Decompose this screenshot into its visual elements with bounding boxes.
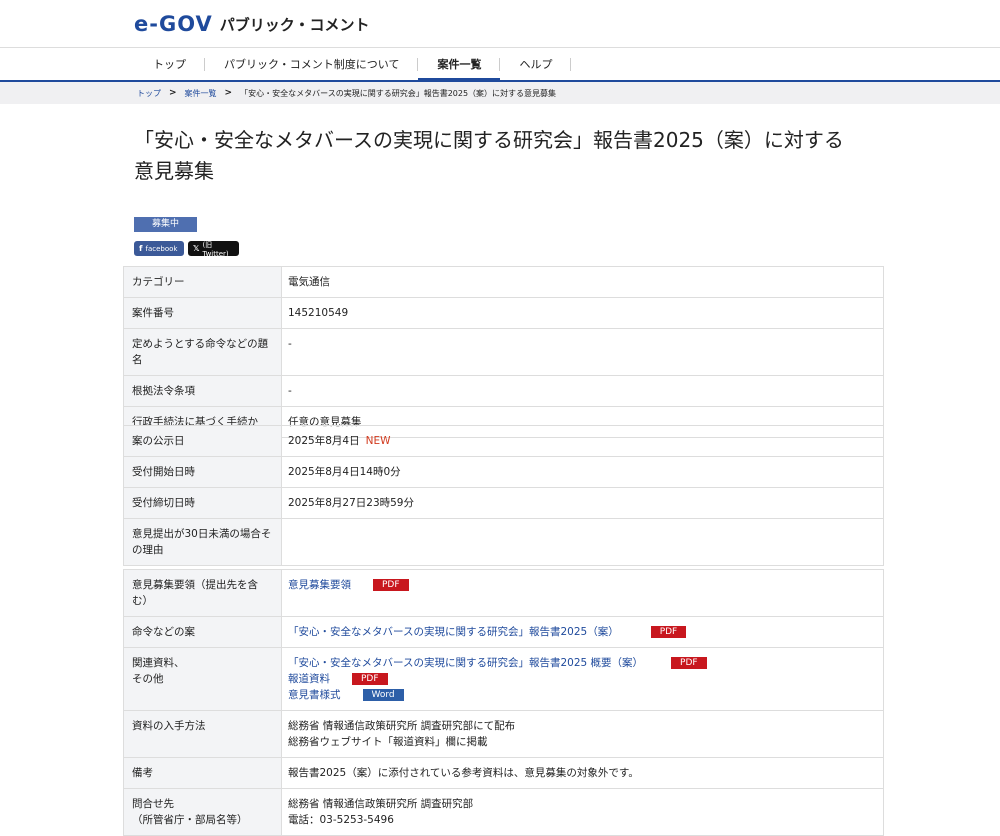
row-value: 「安心・安全なメタバースの実現に関する研究会」報告書2025（案） PDF bbox=[281, 616, 884, 648]
table-row: 定めようとする命令などの題名 - bbox=[123, 328, 884, 376]
row-value: 総務省 情報通信政策研究所 調査研究部 電話：03-5253-5496 bbox=[281, 788, 884, 836]
table-row: 意見募集要領（提出先を含む） 意見募集要領 PDF bbox=[123, 569, 884, 617]
row-label: カテゴリー bbox=[123, 266, 282, 298]
row-label-line: その他 bbox=[132, 673, 164, 685]
table-row: 根拠法令条項 - bbox=[123, 375, 884, 407]
guideline-link[interactable]: 意見募集要領 bbox=[288, 579, 351, 591]
row-value: 「安心・安全なメタバースの実現に関する研究会」報告書2025 概要（案） PDF … bbox=[281, 647, 884, 711]
row-value bbox=[281, 518, 884, 566]
page-title: 「安心・安全なメタバースの実現に関する研究会」報告書2025（案）に対する 意見… bbox=[134, 125, 874, 187]
schedule-table: 案の公示日 2025年8月4日 NEW 受付開始日時 2025年8月4日14時0分… bbox=[123, 425, 884, 566]
x-icon: 𝕏 bbox=[193, 244, 200, 253]
breadcrumb-current: 「安心・安全なメタバースの実現に関する研究会」報告書2025（案）に対する意見募… bbox=[240, 88, 557, 98]
page-title-line-1: 「安心・安全なメタバースの実現に関する研究会」報告書2025（案）に対する bbox=[134, 128, 844, 152]
site-name: パブリック・コメント bbox=[219, 16, 370, 34]
row-value: 2025年8月4日14時0分 bbox=[281, 456, 884, 488]
row-value: - bbox=[281, 328, 884, 376]
table-row: 命令などの案 「安心・安全なメタバースの実現に関する研究会」報告書2025（案）… bbox=[123, 616, 884, 648]
site-logo[interactable]: e-GOV パブリック・コメント bbox=[134, 14, 369, 35]
row-value: 2025年8月27日23時59分 bbox=[281, 487, 884, 519]
row-value: 145210549 bbox=[281, 297, 884, 329]
row-label: 意見募集要領（提出先を含む） bbox=[123, 569, 282, 617]
row-value: 電気通信 bbox=[281, 266, 884, 298]
pdf-badge: PDF bbox=[650, 626, 687, 638]
case-info-table: カテゴリー 電気通信 案件番号 145210549 定めようとする命令などの題名… bbox=[123, 266, 884, 438]
row-label-line: （所管省庁・部局名等） bbox=[132, 814, 248, 826]
x-share-label: (旧Twitter) bbox=[202, 240, 229, 258]
row-label: 受付開始日時 bbox=[123, 456, 282, 488]
documents-table: 意見募集要領（提出先を含む） 意見募集要領 PDF 命令などの案 「安心・安全なメ… bbox=[123, 569, 884, 836]
related-doc-item: 「安心・安全なメタバースの実現に関する研究会」報告書2025 概要（案） PDF bbox=[288, 655, 877, 671]
row-label: 資料の入手方法 bbox=[123, 710, 282, 758]
table-row: 意見提出が30日未満の場合その理由 bbox=[123, 518, 884, 566]
row-label: 命令などの案 bbox=[123, 616, 282, 648]
table-row: 資料の入手方法 総務省 情報通信政策研究所 調査研究部にて配布 総務省ウェブサイ… bbox=[123, 710, 884, 758]
table-row: 受付開始日時 2025年8月4日14時0分 bbox=[123, 456, 884, 488]
row-label: 案件番号 bbox=[123, 297, 282, 329]
row-label: 意見提出が30日未満の場合その理由 bbox=[123, 518, 282, 566]
egov-logo-mark: e-GOV bbox=[134, 12, 213, 36]
pdf-badge: PDF bbox=[671, 657, 707, 669]
word-badge: Word bbox=[362, 689, 404, 701]
breadcrumb-case-list[interactable]: 案件一覧 bbox=[185, 88, 217, 99]
row-label-line: 問合せ先 bbox=[132, 798, 174, 810]
table-row: 受付締切日時 2025年8月27日23時59分 bbox=[123, 487, 884, 519]
breadcrumb-separator-icon: > bbox=[224, 88, 233, 98]
facebook-share-label: facebook bbox=[145, 244, 178, 253]
value-line: 電話：03-5253-5496 bbox=[288, 814, 394, 826]
breadcrumb-top[interactable]: トップ bbox=[137, 88, 161, 99]
table-row: 案の公示日 2025年8月4日 NEW bbox=[123, 425, 884, 457]
pdf-badge: PDF bbox=[373, 579, 409, 591]
site-header: e-GOV パブリック・コメント bbox=[0, 0, 1000, 48]
new-badge: NEW bbox=[365, 435, 391, 447]
nav-item-top[interactable]: トップ bbox=[134, 48, 205, 80]
opinion-form-link[interactable]: 意見書様式 bbox=[288, 689, 341, 701]
value-line: 総務省 情報通信政策研究所 調査研究部 bbox=[288, 798, 474, 810]
press-release-link[interactable]: 報道資料 bbox=[288, 673, 330, 685]
nav-item-case-list[interactable]: 案件一覧 bbox=[418, 48, 501, 82]
value-line: 総務省ウェブサイト「報道資料」欄に掲載 bbox=[288, 736, 488, 748]
row-value: 意見募集要領 PDF bbox=[281, 569, 884, 617]
row-label: 関連資料、 その他 bbox=[123, 647, 282, 711]
global-nav: トップ パブリック・コメント制度について 案件一覧 ヘルプ bbox=[0, 48, 1000, 82]
share-buttons: f facebook 𝕏 (旧Twitter) bbox=[134, 240, 239, 258]
nav-item-about[interactable]: パブリック・コメント制度について bbox=[205, 48, 419, 80]
summary-link[interactable]: 「安心・安全なメタバースの実現に関する研究会」報告書2025 概要（案） bbox=[288, 657, 643, 669]
row-value: 報告書2025（案）に添付されている参考資料は、意見募集の対象外です。 bbox=[281, 757, 884, 789]
table-row: 問合せ先 （所管省庁・部局名等） 総務省 情報通信政策研究所 調査研究部 電話：… bbox=[123, 788, 884, 836]
facebook-share-button[interactable]: f facebook bbox=[134, 241, 184, 256]
related-doc-item: 意見書様式 Word bbox=[288, 687, 877, 703]
nav-item-help[interactable]: ヘルプ bbox=[500, 48, 572, 80]
row-label: 問合せ先 （所管省庁・部局名等） bbox=[123, 788, 282, 836]
status-badge: 募集中 bbox=[134, 217, 197, 232]
row-label: 案の公示日 bbox=[123, 425, 282, 457]
row-label: 根拠法令条項 bbox=[123, 375, 282, 407]
table-row: 備考 報告書2025（案）に添付されている参考資料は、意見募集の対象外です。 bbox=[123, 757, 884, 789]
related-doc-item: 報道資料 PDF bbox=[288, 671, 877, 687]
row-value: - bbox=[281, 375, 884, 407]
x-share-button[interactable]: 𝕏 (旧Twitter) bbox=[188, 240, 239, 258]
row-label-line: 関連資料、 bbox=[132, 657, 185, 669]
draft-report-link[interactable]: 「安心・安全なメタバースの実現に関する研究会」報告書2025（案） bbox=[288, 626, 619, 638]
row-label: 備考 bbox=[123, 757, 282, 789]
breadcrumb-separator-icon: > bbox=[169, 88, 177, 98]
table-row: カテゴリー 電気通信 bbox=[123, 266, 884, 298]
pdf-badge: PDF bbox=[352, 673, 388, 685]
publication-date: 2025年8月4日 bbox=[288, 435, 360, 447]
page-title-line-2: 意見募集 bbox=[134, 159, 214, 183]
breadcrumb: トップ > 案件一覧 > 「安心・安全なメタバースの実現に関する研究会」報告書2… bbox=[0, 82, 1000, 104]
row-label: 受付締切日時 bbox=[123, 487, 282, 519]
facebook-icon: f bbox=[139, 244, 143, 253]
value-line: 総務省 情報通信政策研究所 調査研究部にて配布 bbox=[288, 720, 516, 732]
row-value: 2025年8月4日 NEW bbox=[281, 425, 884, 457]
table-row: 関連資料、 その他 「安心・安全なメタバースの実現に関する研究会」報告書2025… bbox=[123, 647, 884, 711]
row-label: 定めようとする命令などの題名 bbox=[123, 328, 282, 376]
row-value: 総務省 情報通信政策研究所 調査研究部にて配布 総務省ウェブサイト「報道資料」欄… bbox=[281, 710, 884, 758]
table-row: 案件番号 145210549 bbox=[123, 297, 884, 329]
